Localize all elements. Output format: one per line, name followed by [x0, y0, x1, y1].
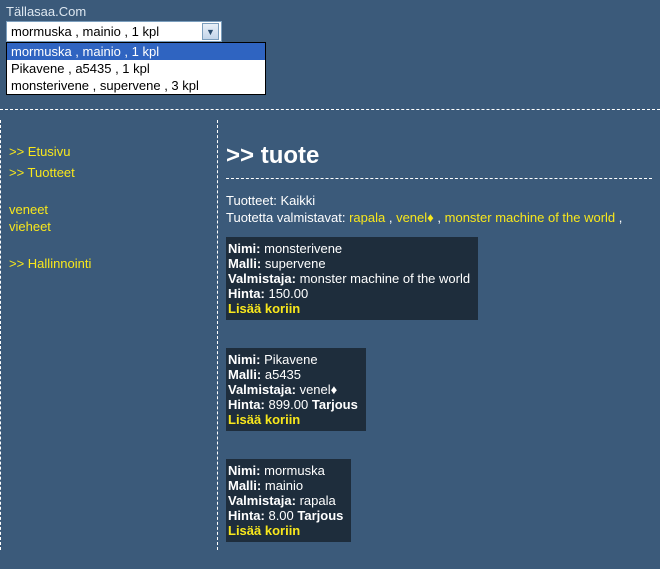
product-card: Nimi: mormuska Malli: mainio Valmistaja:…: [226, 459, 351, 542]
nav-home[interactable]: >> Etusivu: [9, 144, 209, 159]
dropdown-option[interactable]: mormuska , mainio , 1 kpl: [7, 43, 265, 60]
dropdown-option[interactable]: Pikavene , a5435 , 1 kpl: [7, 60, 265, 77]
nav-sub-boats[interactable]: veneet: [9, 202, 209, 217]
nav-sub-lures[interactable]: vieheet: [9, 219, 209, 234]
manufacturer-link[interactable]: venel♦: [396, 210, 434, 225]
nav-products[interactable]: >> Tuotteet: [9, 165, 209, 180]
nav-admin[interactable]: >> Hallinnointi: [9, 256, 209, 271]
manufacturers-line: Tuotetta valmistavat: rapala , venel♦ , …: [226, 210, 652, 225]
product-card: Nimi: monsterivene Malli: supervene Valm…: [226, 237, 478, 320]
cart-select-value: mormuska , mainio , 1 kpl: [11, 24, 159, 39]
site-title: Tällasaa.Com: [6, 4, 654, 19]
page-title: >> tuote: [226, 142, 652, 170]
chevron-down-icon[interactable]: ▼: [202, 23, 219, 40]
add-to-cart-link[interactable]: Lisää koriin: [228, 523, 300, 538]
manufacturer-link[interactable]: rapala: [349, 210, 385, 225]
offer-badge: Tarjous: [312, 397, 358, 412]
product-card: Nimi: Pikavene Malli: a5435 Valmistaja: …: [226, 348, 366, 431]
offer-badge: Tarjous: [297, 508, 343, 523]
cart-select[interactable]: mormuska , mainio , 1 kpl ▼: [6, 21, 222, 42]
add-to-cart-link[interactable]: Lisää koriin: [228, 412, 300, 427]
manufacturer-link[interactable]: monster machine of the world: [445, 210, 616, 225]
category-line: Tuotteet: Kaikki: [226, 193, 652, 208]
divider: [226, 178, 652, 179]
add-to-cart-link[interactable]: Lisää koriin: [228, 301, 300, 316]
cart-select-dropdown[interactable]: mormuska , mainio , 1 kpl Pikavene , a54…: [6, 42, 266, 95]
dropdown-option[interactable]: monsterivene , supervene , 3 kpl: [7, 77, 265, 94]
